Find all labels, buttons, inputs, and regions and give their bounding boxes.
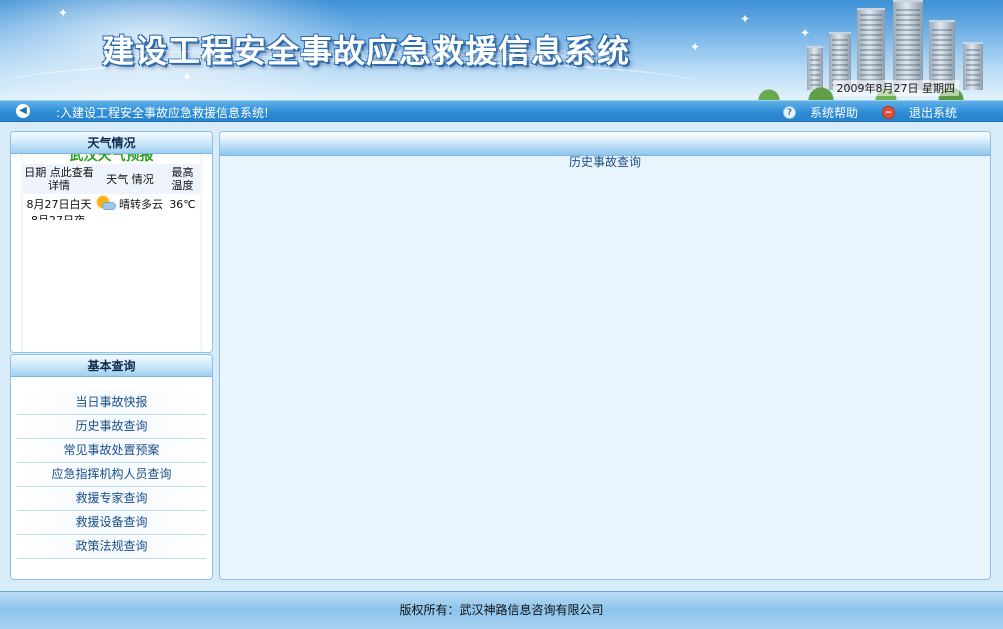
weather-condition-text: 晴转多云 — [119, 197, 163, 211]
query-menu: 当日事故快报 历史事故查询 常见事故处置预案 应急指挥机构人员查询 救援专家查询… — [11, 377, 212, 559]
weather-col-condition: 天气 情况 — [95, 164, 165, 194]
footer: 版权所有：武汉神路信息咨询有限公司 — [0, 591, 1003, 629]
weather-next-row-partial: 8月27日夜 — [23, 214, 200, 220]
help-icon: ? — [783, 106, 796, 119]
weather-temp-cell: 36℃ — [169, 197, 196, 211]
query-item-equipment[interactable]: 救援设备查询 — [17, 511, 206, 535]
query-item-experts[interactable]: 救援专家查询 — [17, 487, 206, 511]
header-banner: ✦ ✦ ✦ ✦ ✦ 建设工程安全事故应急救援信息系统 建设工程安全事故应急救援信… — [0, 0, 1003, 100]
weather-col-condition-label: 天气 情况 — [106, 172, 154, 186]
exit-icon: − — [882, 106, 895, 119]
query-item-command-staff[interactable]: 应急指挥机构人员查询 — [17, 463, 206, 487]
building-shape — [857, 8, 885, 90]
weather-panel-title: 天气情况 — [11, 132, 212, 154]
copyright-text: 版权所有：武汉神路信息咨询有限公司 — [399, 603, 604, 617]
page-title: 历史事故查询 — [568, 155, 641, 169]
weather-header-row: 日期 点此查看详情 天气 情况 最高 温度 — [23, 164, 200, 194]
building-shape — [963, 42, 983, 90]
sparkle-icon: ✦ — [58, 6, 69, 20]
exit-label: 退出系统 — [909, 106, 958, 120]
help-link[interactable]: ? 系统帮助 — [783, 104, 858, 121]
query-item-regulations[interactable]: 政策法规查询 — [17, 535, 206, 559]
app-title-reflection: 建设工程安全事故应急救援信息系统 — [102, 48, 615, 62]
sparkle-icon: ✦ — [182, 70, 193, 84]
building-shape — [893, 0, 923, 90]
exit-link[interactable]: − 退出系统 — [882, 104, 957, 121]
main-header-bar — [220, 132, 990, 156]
current-date: 2009年8月27日 星期四 — [832, 80, 959, 96]
query-panel: 基本查询 当日事故快报 历史事故查询 常见事故处置预案 应急指挥机构人员查询 救… — [10, 354, 213, 580]
sparkle-icon: ✦ — [690, 40, 701, 54]
weather-col-temp: 最高 温度 — [165, 164, 200, 194]
help-label: 系统帮助 — [810, 106, 859, 120]
weather-col-date: 日期 点此查看详情 — [23, 164, 95, 194]
weather-table: 日期 点此查看详情 天气 情况 最高 温度 8月27日白天 晴转多云 36℃ — [23, 164, 200, 214]
weather-date-cell[interactable]: 8月27日白天 — [23, 194, 95, 214]
sun-cloud-icon — [97, 196, 117, 212]
nav-bar: ◀ :入建设工程安全事故应急救援信息系统! ? 系统帮助 − 退出系统 — [0, 100, 1003, 122]
sparkle-icon: ✦ — [740, 12, 751, 26]
query-item-daily-report[interactable]: 当日事故快报 — [17, 391, 206, 415]
query-panel-title: 基本查询 — [11, 355, 212, 377]
weather-panel: 天气情况 武汉天气预报 日期 点此查看详情 天气 情况 最高 温度 8月27日白… — [10, 131, 213, 353]
weather-col-date-label: 日期 点此查看详情 — [24, 166, 94, 192]
query-item-plans[interactable]: 常见事故处置预案 — [17, 439, 206, 463]
welcome-marquee: :入建设工程安全事故应急救援信息系统! — [56, 106, 269, 120]
speaker-icon: ◀ — [16, 104, 30, 118]
weather-city-title: 武汉天气预报 — [69, 154, 154, 164]
weather-widget: 武汉天气预报 日期 点此查看详情 天气 情况 最高 温度 8月27日白天 晴转多… — [21, 154, 202, 352]
weather-condition-cell: 晴转多云 — [95, 194, 165, 214]
query-item-history[interactable]: 历史事故查询 — [17, 415, 206, 439]
weather-content: 武汉天气预报 日期 点此查看详情 天气 情况 最高 温度 8月27日白天 晴转多… — [23, 154, 200, 352]
table-row[interactable]: 8月27日白天 晴转多云 36℃ — [23, 194, 200, 214]
weather-col-temp-label: 最高 温度 — [171, 166, 194, 192]
main-content: 历史事故查询 — [219, 131, 991, 580]
